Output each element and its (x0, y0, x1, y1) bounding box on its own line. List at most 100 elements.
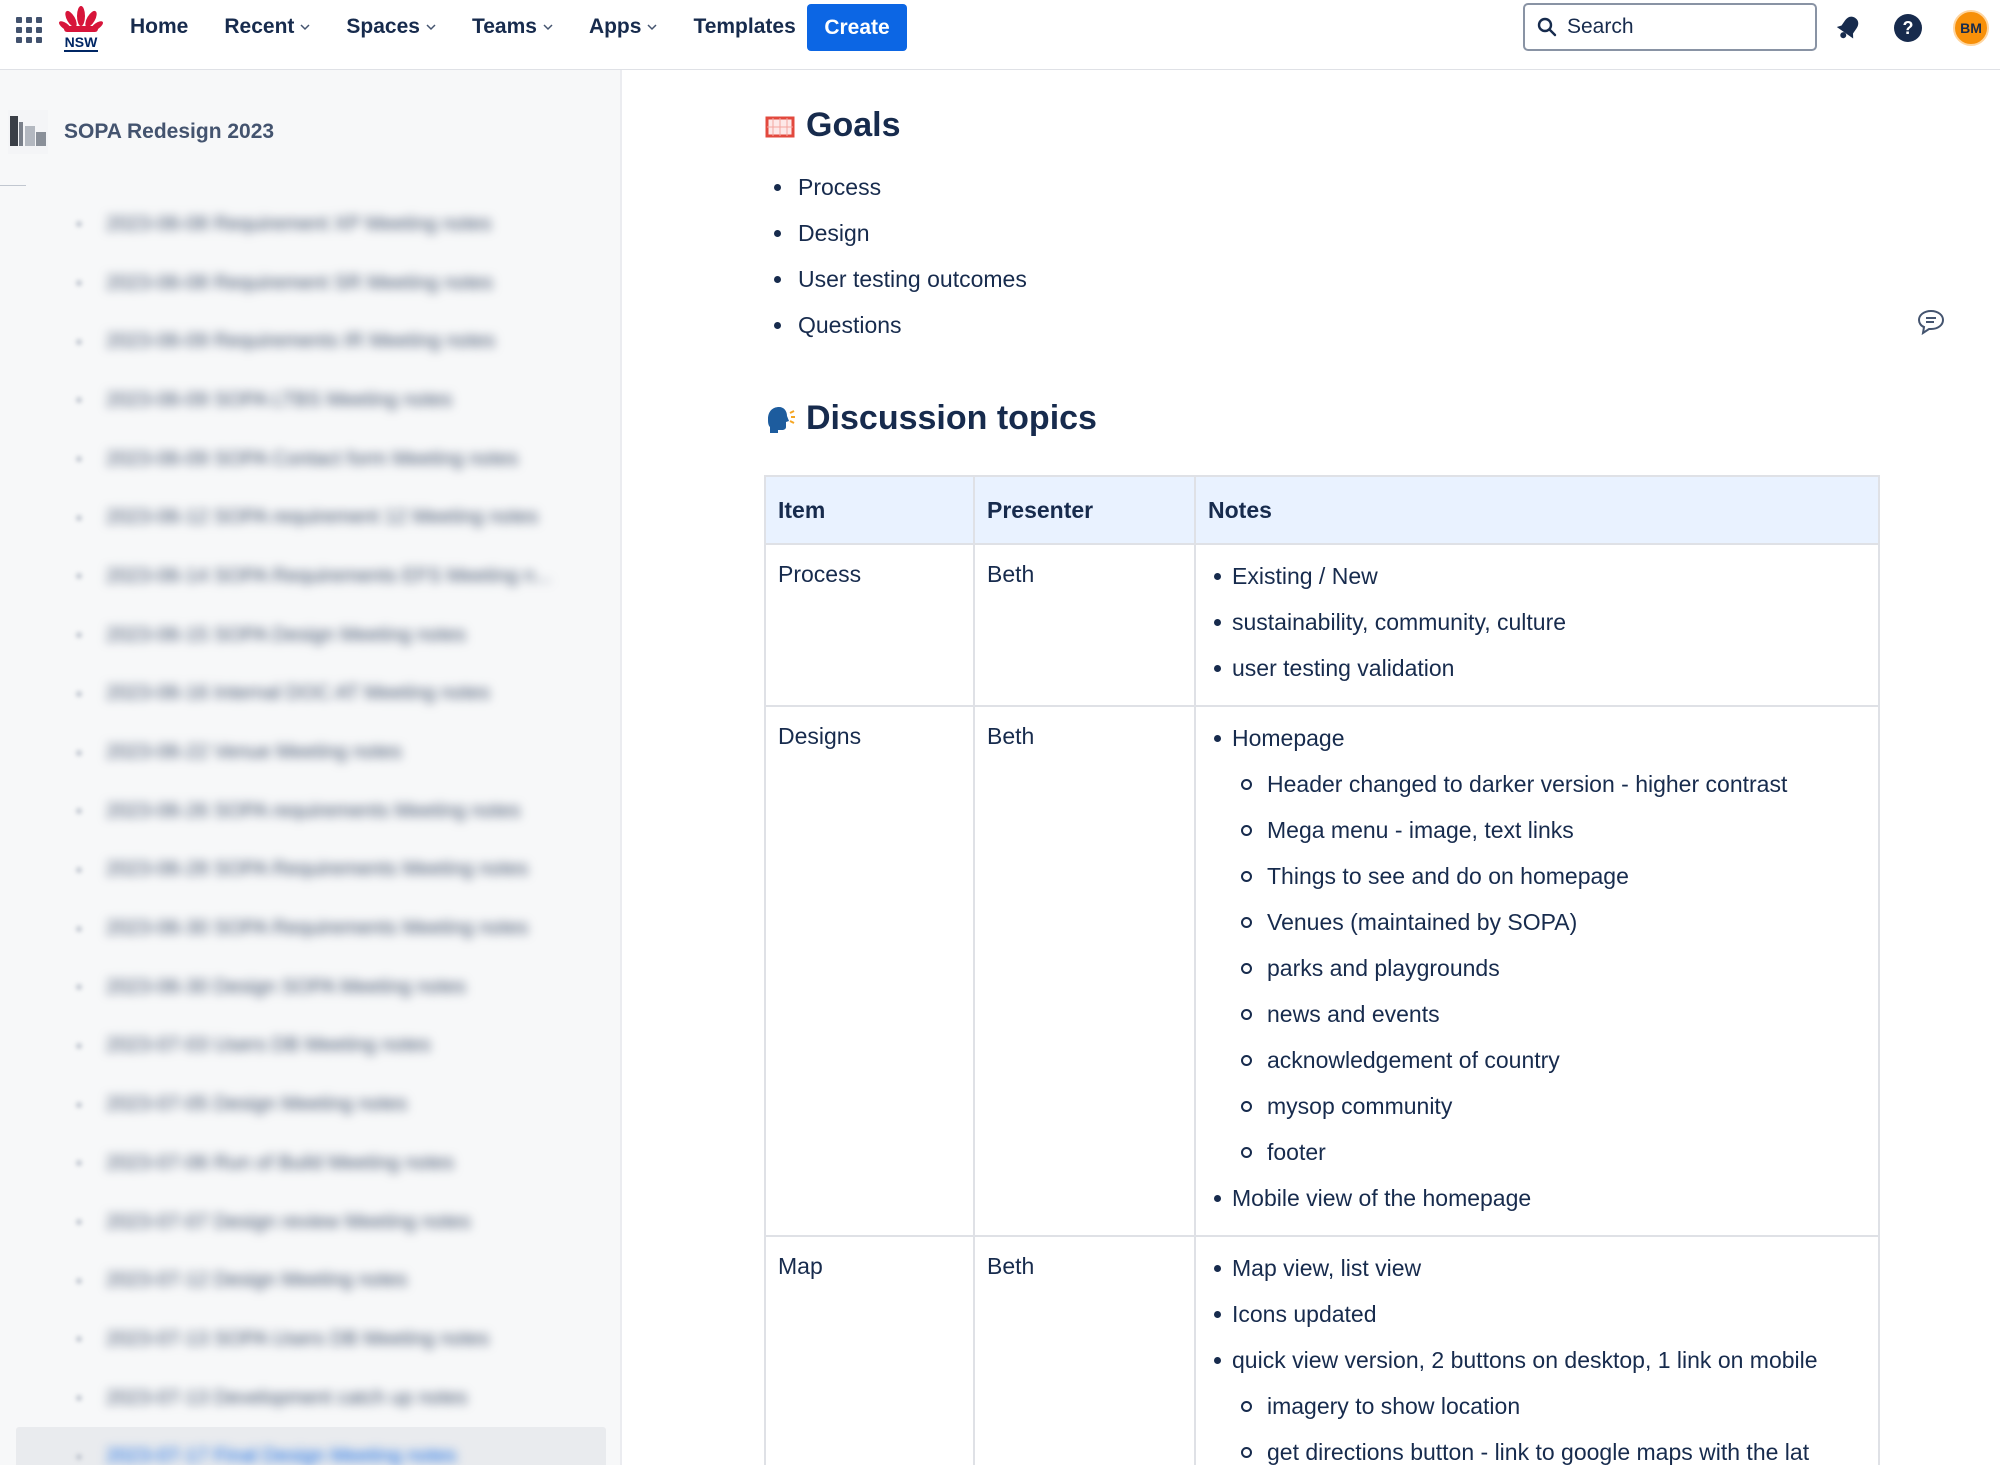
sidebar-page-item[interactable]: 2023-06-30 Design SOPA Meeting notes (0, 958, 620, 1017)
note-item: quick view version, 2 buttons on desktop… (1208, 1345, 1866, 1465)
sidebar-page-item[interactable]: 2023-07-12 Design Meeting notes (0, 1251, 620, 1310)
sidebar-page-item[interactable]: 2023-07-13 SOPA Users DB Meeting notes (0, 1310, 620, 1369)
nsw-logo[interactable]: NSW (58, 4, 104, 54)
notes-list: Existing / New sustainability, community,… (1208, 561, 1866, 683)
sidebar-page-label: 2023-07-13 Development catch up notes (106, 1386, 468, 1409)
sidebar-page-item[interactable]: 2023-07-03 Users DB Meeting notes (0, 1017, 620, 1076)
note-item: Map view, list view (1208, 1253, 1866, 1283)
sidebar-page-label: 2023-07-06 Run of Build Meeting notes (106, 1151, 455, 1174)
tree-bullet-icon (76, 749, 82, 756)
space-name: SOPA Redesign 2023 (64, 120, 275, 143)
goals-list: Process Design User testing outcomes Questi… (774, 164, 1027, 348)
search-box[interactable] (1523, 3, 1817, 51)
presenter-cell: Beth (973, 1235, 1196, 1465)
nav-item-label: Apps (588, 15, 642, 38)
nav-item-teams[interactable]: Teams (472, 15, 553, 39)
sidebar-page-item[interactable]: 2023-06-30 SOPA Requirements Meeting not… (0, 899, 620, 958)
notes-cell: Homepage Header changed to darker version… (1194, 705, 1880, 1237)
help-icon[interactable]: ? (1893, 13, 1923, 43)
goal-net-icon (765, 116, 795, 137)
sub-note-item: Mega menu - image, text links (1232, 815, 1866, 845)
sidebar-page-item[interactable]: 2023-07-05 Design Meeting notes (0, 1075, 620, 1134)
sidebar-page-item[interactable]: 2023-06-08 Requirement SR Meeting notes (0, 254, 620, 313)
sidebar-page-item[interactable]: 2023-06-22 Venue Meeting notes (0, 723, 620, 782)
nav-item-recent[interactable]: Recent (224, 15, 310, 39)
note-text: Existing / New (1232, 563, 1378, 589)
note-item: Mobile view of the homepage (1208, 1183, 1866, 1213)
goal-item: User testing outcomes (774, 256, 1027, 302)
sidebar-page-label: 2023-06-30 Design SOPA Meeting notes (106, 975, 466, 998)
nav-item-label: Teams (471, 15, 537, 38)
create-button[interactable]: Create (807, 4, 907, 51)
sidebar-page-item[interactable]: 2023-07-06 Run of Build Meeting notes (0, 1134, 620, 1193)
note-item: Icons updated (1208, 1299, 1866, 1329)
notifications-bell-icon[interactable] (1835, 13, 1863, 41)
tree-bullet-icon (76, 866, 82, 873)
goals-title: Goals (806, 106, 901, 144)
sub-note-item: news and events (1232, 999, 1866, 1029)
sidebar-page-item[interactable]: 2023-06-15 SOPA Design Meeting notes (0, 606, 620, 665)
chevron-down-icon (647, 24, 657, 31)
search-input[interactable] (1567, 15, 1797, 39)
sidebar-page-item[interactable]: 2023-06-14 SOPA Requirements EFS Meeting… (0, 547, 620, 606)
sidebar-page-label: 2023-07-03 Users DB Meeting notes (106, 1034, 431, 1057)
sidebar-page-item[interactable]: 2023-06-08 Requirement XP Meeting notes (0, 195, 620, 254)
nav-item-home[interactable]: Home (130, 15, 188, 39)
sidebar-page-item[interactable]: 2023-06-16 Internal DOC AT Meeting notes (0, 665, 620, 724)
sidebar-page-item[interactable]: 2023-07-07 Design review Meeting notes (0, 1193, 620, 1252)
tree-bullet-icon (76, 1160, 82, 1167)
item-cell: Designs (764, 705, 975, 1237)
note-text: Icons updated (1232, 1301, 1377, 1327)
note-text: sustainability, community, culture (1232, 609, 1567, 635)
sidebar-page-item[interactable]: 2023-07-17 Final Design Meeting notes (16, 1427, 606, 1465)
sidebar-page-label: 2023-06-22 Venue Meeting notes (106, 741, 402, 764)
nav-item-spaces[interactable]: Spaces (346, 15, 436, 39)
sidebar-page-label: 2023-06-08 Requirement SR Meeting notes (106, 271, 493, 294)
user-avatar[interactable]: BM (1953, 10, 1989, 46)
sidebar-page-label: 2023-07-05 Design Meeting notes (106, 1093, 408, 1116)
notes-list: Homepage Header changed to darker version… (1208, 723, 1866, 1213)
nav-item-templates[interactable]: Templates (693, 15, 795, 39)
space-header[interactable]: SOPA Redesign 2023 (8, 110, 274, 154)
tree-bullet-icon (76, 397, 82, 404)
sidebar-page-item[interactable]: 2023-07-13 Development catch up notes (0, 1369, 620, 1428)
column-header-item: Item (764, 475, 975, 545)
note-item: Homepage Header changed to darker version… (1208, 723, 1866, 1167)
inline-comment-icon[interactable] (1917, 309, 1945, 336)
sidebar-page-item[interactable]: 2023-06-12 SOPA requirement 12 Meeting n… (0, 488, 620, 547)
sidebar-page-item[interactable]: 2023-06-26 SOPA requirements Meeting not… (0, 782, 620, 841)
sidebar-page-label: 2023-06-12 SOPA requirement 12 Meeting n… (106, 506, 539, 529)
chevron-down-icon (300, 24, 310, 31)
sub-notes-list: Header changed to darker version - highe… (1232, 769, 1866, 1167)
sidebar-page-item[interactable]: 2023-06-09 SOPA LTBS Meeting notes (0, 371, 620, 430)
note-text: quick view version, 2 buttons on desktop… (1232, 1347, 1818, 1373)
tree-bullet-icon (76, 984, 82, 991)
sidebar-page-item[interactable]: 2023-06-28 SOPA Requirements Meeting not… (0, 841, 620, 900)
sub-note-item: parks and playgrounds (1232, 953, 1866, 983)
app-switcher-icon[interactable] (16, 17, 42, 43)
sidebar-page-item[interactable]: 2023-06-09 Requirements IR Meeting notes (0, 312, 620, 371)
note-text: user testing validation (1232, 655, 1455, 681)
note-item: Existing / New (1208, 561, 1866, 591)
sub-note-item: get directions button - link to google m… (1232, 1437, 1866, 1465)
note-item: sustainability, community, culture (1208, 607, 1866, 637)
search-icon (1537, 17, 1557, 37)
table-header-row: Item Presenter Notes (764, 475, 1880, 545)
table-row: Map Beth Map view, list view Icons updated q… (764, 1235, 1880, 1465)
tree-bullet-icon (76, 1336, 82, 1343)
chevron-down-icon (543, 24, 553, 31)
nav-item-apps[interactable]: Apps (589, 15, 658, 39)
tree-bullet-icon (76, 690, 82, 697)
tree-bullet-icon (76, 338, 82, 345)
sidebar-page-label: 2023-06-16 Internal DOC AT Meeting notes (106, 682, 490, 705)
speaking-head-icon (768, 406, 795, 433)
tree-bullet-icon (76, 1219, 82, 1226)
sidebar-page-label: 2023-07-12 Design Meeting notes (106, 1269, 408, 1292)
sub-note-item: acknowledgement of country (1232, 1045, 1866, 1075)
nav-item-label: Spaces (346, 15, 420, 38)
sub-note-item: Venues (maintained by SOPA) (1232, 907, 1866, 937)
discussion-title: Discussion topics (806, 399, 1097, 437)
sub-note-item: footer (1232, 1137, 1866, 1167)
sidebar-page-label: 2023-06-09 SOPA Contact form Meeting not… (106, 447, 519, 470)
sidebar-page-item[interactable]: 2023-06-09 SOPA Contact form Meeting not… (0, 430, 620, 489)
